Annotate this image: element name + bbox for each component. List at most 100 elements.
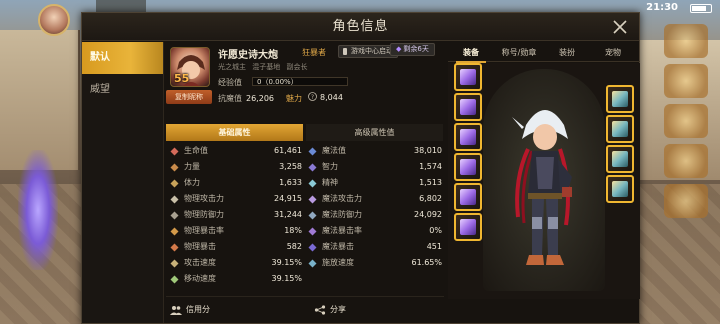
background-portal (18, 150, 58, 270)
attribute-name: 攻击速度 (184, 258, 216, 267)
exp-bar: 0（0.00%） (252, 77, 348, 86)
server-guild-line: 光之城主 混子基地 副会长 (218, 62, 311, 72)
expiry-badge[interactable]: ◆ 剩余6天 (390, 43, 435, 56)
phone-icon (343, 48, 347, 55)
activity-icon[interactable] (664, 144, 708, 178)
resist-value: 26,206 (246, 94, 274, 103)
equipment-slot-auxiliary[interactable] (606, 175, 634, 203)
diamond-icon: ◆ (396, 45, 402, 53)
guild-name[interactable]: 混子基地 (252, 63, 280, 71)
cast-speed-icon (308, 259, 317, 268)
attribute-cell: 体力 1,633 (170, 175, 302, 191)
attribute-value: 451 (426, 242, 442, 251)
heart-icon (170, 147, 179, 156)
people-icon (170, 306, 182, 315)
attribute-name: 魔法值 (322, 146, 346, 155)
activity-icon[interactable] (664, 184, 708, 218)
attribute-row: 物理暴击 582 魔法暴击 451 (166, 239, 444, 255)
attribute-cell: 精神 1,513 (308, 175, 442, 191)
attribute-row: 攻击速度 39.15% 施放速度 61.65% (166, 255, 444, 271)
share-button[interactable]: 分享 (314, 303, 346, 317)
attribute-row: 移动速度 39.15% (166, 271, 444, 287)
share-icon (314, 305, 326, 315)
equipment-tabs: 装备 称号/勋章 装扮 宠物 (448, 44, 640, 63)
magic-shield-icon (308, 211, 317, 220)
tab-equipment[interactable]: 装备 (448, 44, 494, 63)
attribute-cell: 攻击速度 39.15% (170, 255, 302, 271)
tab-advanced-attributes[interactable]: 高级属性值 (306, 124, 443, 141)
equipment-slot-top[interactable] (454, 123, 482, 151)
equipment-slot-bracelet[interactable] (606, 115, 634, 143)
book-icon (308, 163, 317, 172)
equipment-slot-necklace[interactable] (606, 85, 634, 113)
equipment-slot-title[interactable] (454, 93, 482, 121)
activity-icon[interactable] (664, 24, 708, 58)
player-avatar[interactable] (38, 4, 70, 36)
equipment-slot-ring[interactable] (606, 145, 634, 173)
attribute-value: 61,461 (274, 146, 302, 155)
character-model (512, 110, 572, 265)
attribute-name: 生命值 (184, 146, 208, 155)
ring-icon (612, 151, 628, 167)
attribute-name: 物理暴击 (184, 242, 216, 251)
character-level: 55 (174, 72, 190, 85)
resist-label: 抗魔值 (218, 94, 242, 103)
footer-actions: 信用分 分享 (166, 296, 444, 322)
attribute-value: 1,633 (279, 178, 302, 187)
tab-titles-medals[interactable]: 称号/勋章 (494, 44, 544, 62)
necklace-icon (612, 91, 628, 107)
attribute-value: 0% (429, 226, 442, 235)
equipment-slot-weapon[interactable] (454, 63, 482, 91)
equipment-slot-pants[interactable] (454, 183, 482, 211)
clock: 21:30 (646, 2, 678, 13)
activity-icon[interactable] (664, 104, 708, 138)
attribute-cell: 移动速度 39.15% (170, 271, 302, 287)
attribute-name: 物理防御力 (184, 210, 224, 219)
attribute-row: 体力 1,633 精神 1,513 (166, 175, 444, 191)
attribute-name: 魔法攻击力 (322, 194, 362, 203)
crit-icon (170, 227, 179, 236)
attribute-name: 移动速度 (184, 274, 216, 283)
attribute-name: 智力 (322, 162, 338, 171)
guild-role: 副会长 (286, 63, 308, 71)
attribute-value: 38,010 (414, 146, 442, 155)
attribute-row: 物理防御力 31,244 魔法防御力 24,092 (166, 207, 444, 223)
attribute-value: 3,258 (279, 162, 302, 171)
game-center-badge[interactable]: 游戏中心启动 (338, 45, 398, 58)
armor-icon (460, 129, 476, 145)
tab-costume[interactable]: 装扮 (544, 44, 590, 62)
close-button[interactable] (611, 18, 629, 36)
attribute-value: 18% (284, 226, 302, 235)
equipment-slot-belt[interactable] (454, 213, 482, 241)
credit-score-button[interactable]: 信用分 (170, 303, 210, 317)
attribute-name: 魔法暴击率 (322, 226, 362, 235)
info-icon[interactable]: ? (308, 92, 317, 101)
attribute-value: 24,915 (274, 194, 302, 203)
attribute-name: 魔法暴击 (322, 242, 354, 251)
attribute-value: 24,092 (414, 210, 442, 219)
attribute-cell: 物理防御力 31,244 (170, 207, 302, 223)
side-tab-default[interactable]: 默认 (82, 42, 163, 74)
attribute-name: 物理攻击力 (184, 194, 224, 203)
attack-speed-icon (170, 259, 179, 268)
attribute-value: 61.65% (411, 258, 442, 267)
belt-icon (460, 219, 476, 235)
body-icon (170, 179, 179, 188)
weapon-icon (460, 69, 476, 85)
shield-icon (170, 211, 179, 220)
copy-nickname-button[interactable]: 复制昵称 (166, 90, 212, 104)
tab-pet[interactable]: 宠物 (590, 44, 636, 62)
tab-basic-attributes[interactable]: 基础属性 (166, 124, 303, 141)
attribute-value: 39.15% (271, 274, 302, 283)
activity-icon[interactable] (664, 64, 708, 98)
character-info-panel: 角色信息 默认 威望 55 复制昵称 许愿史诗大炮 狂暴者 游戏中心启动 光之城… (81, 12, 640, 324)
attribute-value: 1,574 (419, 162, 442, 171)
side-tab-prestige[interactable]: 威望 (82, 74, 163, 106)
crit-dmg-icon (170, 243, 179, 252)
pants-icon (460, 189, 476, 205)
attribute-name: 体力 (184, 178, 200, 187)
shoulder-icon (460, 159, 476, 175)
attribute-tabs: 基础属性 高级属性值 (166, 124, 444, 141)
side-activity-icons (656, 18, 716, 308)
equipment-slot-shoulder[interactable] (454, 153, 482, 181)
